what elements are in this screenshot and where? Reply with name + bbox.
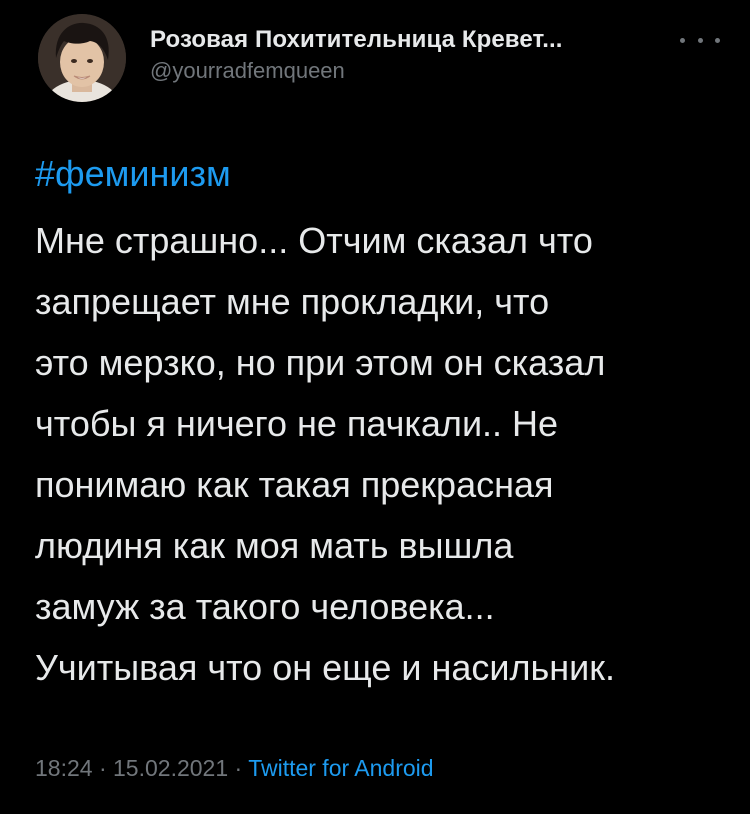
author-display-name[interactable]: Розовая Похитительница Кревет... xyxy=(150,26,710,54)
tweet-text: Мне страшно... Отчим сказал что запрещае… xyxy=(35,210,735,698)
tweet-date[interactable]: 15.02.2021 xyxy=(113,755,228,781)
tweet-meta: 18:24 · 15.02.2021 · Twitter for Android xyxy=(35,755,434,782)
meta-separator: · xyxy=(98,755,107,781)
hashtag-link[interactable]: #феминизм xyxy=(35,152,231,195)
dot-icon xyxy=(680,37,685,43)
profile-photo-icon xyxy=(38,14,126,102)
more-options-icon[interactable] xyxy=(680,28,720,52)
tweet-text-line: людиня как моя мать вышла xyxy=(35,525,514,566)
tweet-text-line: это мерзко, но при этом он сказал xyxy=(35,342,606,383)
avatar[interactable] xyxy=(38,14,126,102)
tweet-header: Розовая Похитительница Кревет... @yourra… xyxy=(38,14,728,104)
tweet-text-line: чтобы я ничего не пачкали.. Не xyxy=(35,403,559,444)
dot-icon xyxy=(715,37,720,43)
author-handle[interactable]: @yourradfemqueen xyxy=(150,58,710,84)
author-names: Розовая Похитительница Кревет... @yourra… xyxy=(150,26,710,84)
dot-icon xyxy=(697,37,703,43)
tweet-text-line: Мне страшно... Отчим сказал что xyxy=(35,220,593,261)
meta-separator: · xyxy=(234,755,243,781)
tweet-text-line: запрещает мне прокладки, что xyxy=(35,281,550,322)
tweet-text-line: Учитывая что он еще и насильник. xyxy=(35,647,615,688)
tweet-text-line: понимаю как такая прекрасная xyxy=(35,464,554,505)
tweet-source-link[interactable]: Twitter for Android xyxy=(248,755,433,781)
tweet-text-line: замуж за такого человека... xyxy=(35,586,495,627)
tweet-time[interactable]: 18:24 xyxy=(35,755,93,781)
